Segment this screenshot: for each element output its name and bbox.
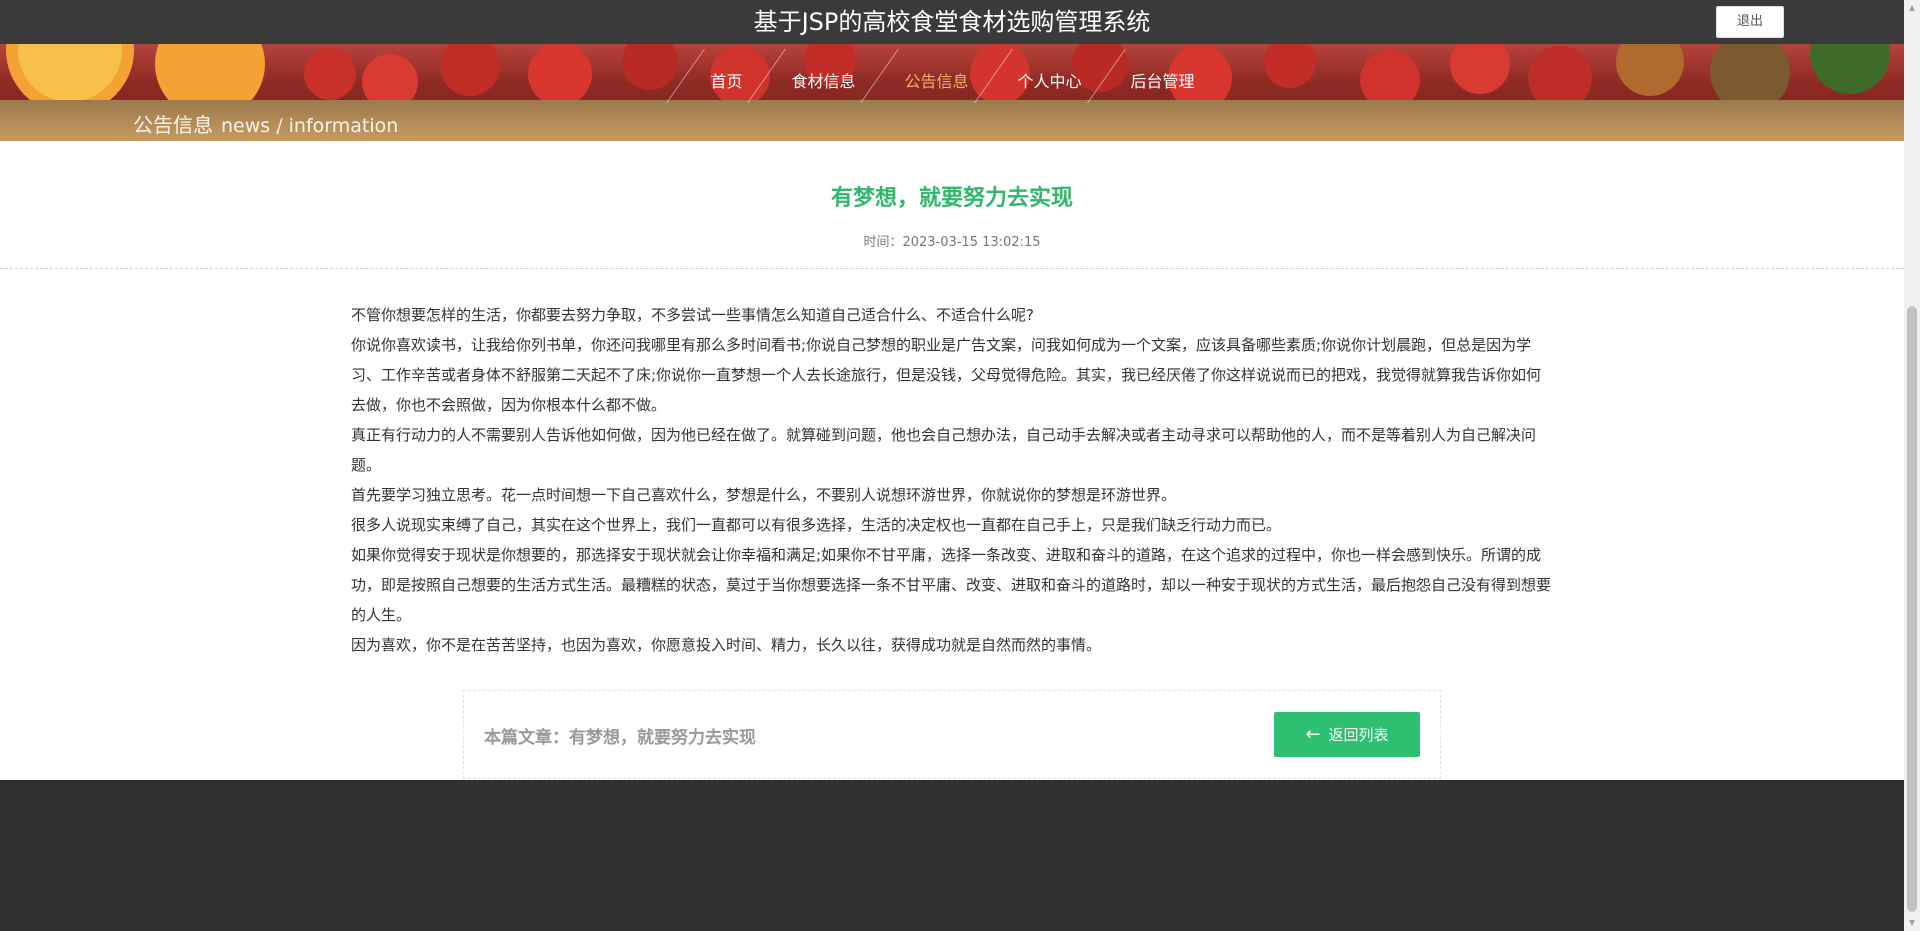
article-footer-box: 本篇文章：有梦想，就要努力去实现 ← 返回列表 bbox=[463, 690, 1441, 779]
main-nav: 首页 食材信息 公告信息 个人中心 后台管理 bbox=[0, 44, 1904, 103]
article-paragraph: 很多人说现实束缚了自己，其实在这个世界上，我们一直都可以有很多选择，生活的决定权… bbox=[351, 516, 1282, 534]
logout-button[interactable]: 退出 bbox=[1716, 6, 1784, 38]
article-paragraph: 你说你喜欢读书，让我给你列书单，你还问我哪里有那么多时间看书;你说自己梦想的职业… bbox=[351, 336, 1542, 414]
article-paragraph: 真正有行动力的人不需要别人告诉他如何做，因为他已经在做了。就算碰到问题，他也会自… bbox=[351, 426, 1537, 474]
article-time: 时间：2023-03-15 13:02:15 bbox=[863, 235, 1041, 250]
scroll-thumb[interactable] bbox=[1907, 306, 1917, 912]
breadcrumb-cn: 公告信息 bbox=[133, 113, 213, 137]
article-paragraph: 如果你觉得安于现状是你想要的，那选择安于现状就会让你幸福和满足;如果你不甘平庸，… bbox=[351, 546, 1552, 624]
arrow-left-icon: ← bbox=[1305, 724, 1321, 745]
site-title: 基于JSP的高校食堂食材选购管理系统 bbox=[753, 8, 1151, 36]
article-paragraph: 不管你想要怎样的生活，你都要去努力争取，不多尝试一些事情怎么知道自己适合什么、不… bbox=[351, 306, 1034, 324]
scroll-down-icon[interactable]: ▼ bbox=[1904, 915, 1920, 931]
article-paragraph: 首先要学习独立思考。花一点时间想一下自己喜欢什么，梦想是什么，不要别人说想环游世… bbox=[351, 486, 1177, 504]
page-footer bbox=[0, 780, 1904, 931]
breadcrumb-en: news / information bbox=[221, 115, 399, 137]
nav-item-announcements[interactable]: 公告信息 bbox=[880, 44, 992, 100]
current-article-label: 本篇文章：有梦想，就要努力去实现 bbox=[484, 728, 756, 748]
divider bbox=[0, 268, 1904, 269]
nav-item-admin[interactable]: 后台管理 bbox=[1107, 44, 1219, 100]
banner: 首页 食材信息 公告信息 个人中心 后台管理 公告信息 news / inform… bbox=[0, 44, 1904, 141]
nav-item-ingredients[interactable]: 食材信息 bbox=[767, 44, 879, 100]
nav-item-personal-center[interactable]: 个人中心 bbox=[994, 44, 1106, 100]
article-paragraph: 因为喜欢，你不是在苦苦坚持，也因为喜欢，你愿意投入时间、精力，长久以往，获得成功… bbox=[351, 636, 1102, 654]
article-title: 有梦想，就要努力去实现 bbox=[830, 186, 1073, 211]
back-to-list-label: 返回列表 bbox=[1328, 726, 1389, 744]
breadcrumb: 公告信息 news / information bbox=[133, 109, 398, 138]
top-bar: 基于JSP的高校食堂食材选购管理系统 退出 bbox=[0, 0, 1904, 44]
vertical-scrollbar[interactable]: ▲ ▼ bbox=[1904, 0, 1920, 931]
article-body: 不管你想要怎样的生活，你都要去努力争取，不多尝试一些事情怎么知道自己适合什么、不… bbox=[351, 300, 1556, 660]
back-to-list-button[interactable]: ← 返回列表 bbox=[1274, 712, 1420, 757]
scroll-up-icon[interactable]: ▲ bbox=[1904, 0, 1920, 16]
